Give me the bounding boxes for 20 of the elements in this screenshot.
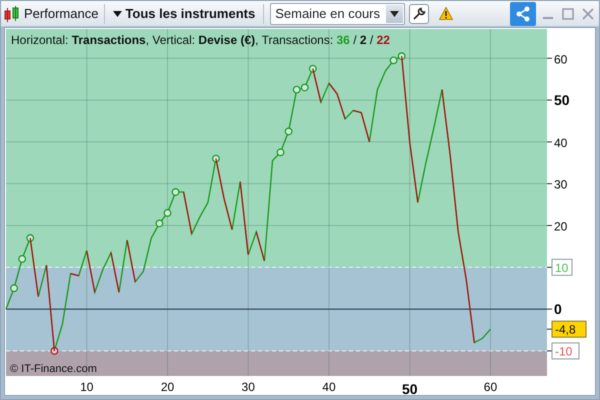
copyright-text: © IT-Finance.com — [10, 362, 97, 377]
zone-limit-label: -10 — [552, 342, 580, 360]
y-axis-label: 50 — [554, 92, 570, 108]
x-axis-label: 60 — [484, 380, 498, 394]
period-select[interactable]: Semaine en cours — [270, 2, 405, 24]
zone-limit-label: 10 — [552, 258, 572, 276]
toolbar-title: Performance — [24, 4, 98, 23]
y-axis-label: 20 — [554, 220, 568, 234]
y-axis-label: 40 — [554, 136, 568, 150]
x-axis-label: 50 — [402, 381, 418, 395]
y-axis-label: 30 — [554, 178, 568, 192]
y-axis-label: 0 — [554, 301, 562, 318]
last-value-label: -4,8 — [552, 320, 586, 338]
x-axis-label: 20 — [160, 380, 174, 394]
instrument-menu[interactable]: Tous les instruments — [111, 4, 258, 24]
x-axis-label: 30 — [242, 380, 255, 394]
x-axis-label: 10 — [80, 380, 94, 394]
x-axis-label: 40 — [322, 380, 336, 394]
y-axis-label: 60 — [554, 52, 568, 66]
chart-summary: Horizontal: Transactions, Vertical: Devise (€), Transactions: 36 / 2 / 22 — [11, 32, 390, 49]
